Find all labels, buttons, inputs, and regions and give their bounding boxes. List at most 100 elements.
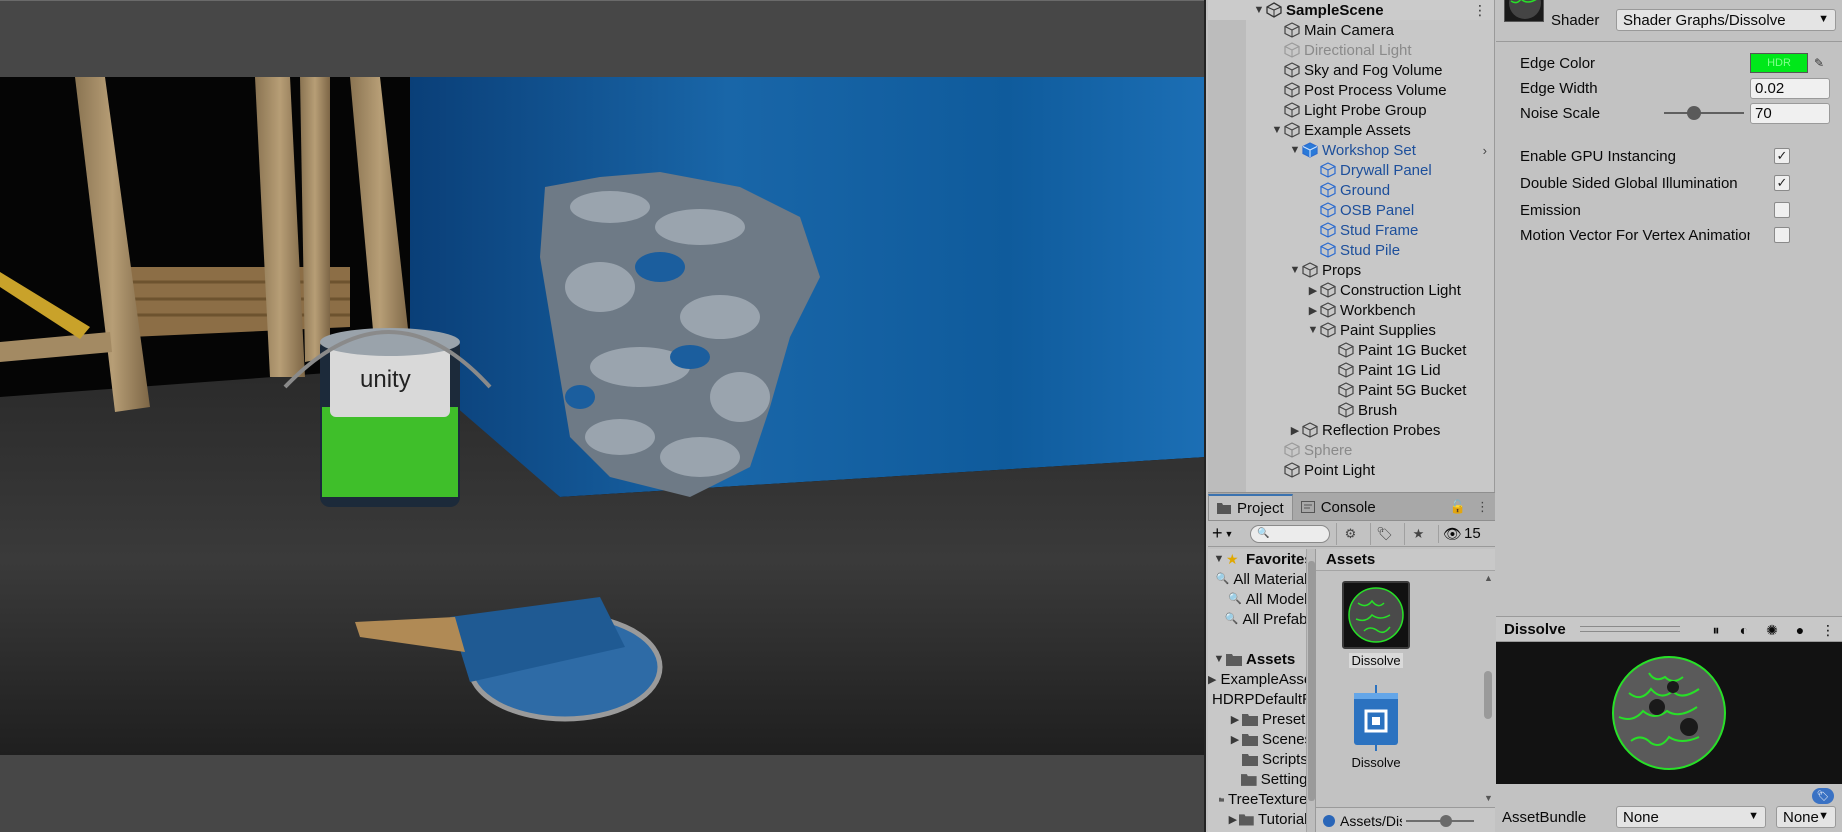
- expand-arrow-icon[interactable]: ▼: [1270, 124, 1284, 136]
- preview-canvas[interactable]: [1496, 642, 1842, 784]
- expand-arrow-icon[interactable]: ▶: [1208, 673, 1216, 686]
- expand-arrow-icon[interactable]: ▼: [1288, 264, 1302, 276]
- project-tree-item[interactable]: ▼ Assets: [1208, 649, 1315, 669]
- hierarchy-item[interactable]: Sky and Fog Volume: [1208, 60, 1494, 80]
- scroll-down-icon[interactable]: ▼: [1484, 793, 1493, 803]
- project-tree-item[interactable]: 🔍 All Models: [1208, 589, 1315, 609]
- expand-arrow-icon[interactable]: ▶: [1228, 733, 1242, 746]
- hierarchy-item[interactable]: Point Light: [1208, 460, 1494, 480]
- project-tree-item[interactable]: 🔍 All Materials: [1208, 569, 1315, 589]
- scene-render[interactable]: unity: [0, 77, 1206, 755]
- expand-arrow-icon[interactable]: ▶: [1228, 713, 1242, 726]
- hierarchy-item[interactable]: ▶ Workbench: [1208, 300, 1494, 320]
- expand-arrow-icon[interactable]: ▼: [1288, 144, 1302, 156]
- hierarchy-item[interactable]: Stud Frame: [1208, 220, 1494, 240]
- edge-color-swatch[interactable]: HDR: [1750, 53, 1808, 73]
- project-asset-grid[interactable]: Assets Dissolve Dissolve ▲ ▼ Assets/Di: [1316, 549, 1495, 832]
- hierarchy-item[interactable]: Light Probe Group: [1208, 100, 1494, 120]
- noise-scale-slider[interactable]: [1664, 106, 1744, 120]
- preview-mesh-icon[interactable]: ◐: [1734, 620, 1754, 640]
- filter-by-label-icon[interactable]: 🏷: [1370, 522, 1398, 545]
- hierarchy-item[interactable]: ▼ Example Assets: [1208, 120, 1494, 140]
- hierarchy-item[interactable]: Drywall Panel: [1208, 160, 1494, 180]
- filter-by-type-icon[interactable]: ⚙: [1336, 522, 1364, 545]
- shader-dropdown[interactable]: Shader Graphs/Dissolve ▼: [1616, 9, 1836, 31]
- icon-size-slider[interactable]: [1406, 814, 1474, 827]
- scroll-up-icon[interactable]: ▲: [1484, 573, 1493, 583]
- asset-dissolve-shadergraph[interactable]: Dissolve: [1331, 685, 1421, 770]
- project-tree-item[interactable]: TreeTextures: [1208, 789, 1315, 809]
- enable-gpu-checkbox[interactable]: ✓: [1774, 148, 1790, 164]
- open-prefab-arrow-icon[interactable]: ›: [1483, 143, 1487, 158]
- hierarchy-item[interactable]: Directional Light: [1208, 40, 1494, 60]
- project-tree-item[interactable]: ▶ Scenes: [1208, 729, 1315, 749]
- hierarchy-item-label: Directional Light: [1304, 41, 1412, 59]
- expand-arrow-icon[interactable]: ▶: [1226, 813, 1239, 826]
- hierarchy-item[interactable]: ▶ Construction Light: [1208, 280, 1494, 300]
- hierarchy-item[interactable]: OSB Panel: [1208, 200, 1494, 220]
- lock-icon[interactable]: 🔓: [1450, 499, 1466, 515]
- hierarchy-scene-root[interactable]: ▼ SampleScene ⋮: [1208, 0, 1494, 20]
- noise-scale-field[interactable]: 70: [1750, 102, 1830, 124]
- kebab-menu-icon[interactable]: ⋮: [1818, 620, 1838, 640]
- hierarchy-item[interactable]: ▼ Paint Supplies: [1208, 320, 1494, 340]
- unity-scene-icon: [1266, 2, 1282, 18]
- hierarchy-panel[interactable]: ▼ SampleScene ⋮ Main Camera Directional Ligh…: [1208, 0, 1495, 492]
- assetbundle-variant-dropdown[interactable]: None ▼: [1776, 806, 1836, 828]
- hierarchy-item[interactable]: Ground: [1208, 180, 1494, 200]
- eyedropper-icon[interactable]: ✎: [1810, 54, 1828, 72]
- preview-background-icon[interactable]: ●: [1790, 620, 1810, 640]
- expand-arrow-icon[interactable]: ▶: [1306, 304, 1320, 317]
- game-view[interactable]: unity: [0, 0, 1206, 832]
- hierarchy-item[interactable]: Paint 5G Bucket: [1208, 380, 1494, 400]
- project-tree-item[interactable]: Scripts: [1208, 749, 1315, 769]
- favorite-star-icon[interactable]: ★: [1404, 522, 1432, 545]
- tab-project[interactable]: Project: [1208, 494, 1293, 520]
- asset-grid-scrollbar[interactable]: ▲ ▼: [1481, 571, 1495, 807]
- preview-drag-handle[interactable]: [1579, 626, 1680, 632]
- hierarchy-item[interactable]: Brush: [1208, 400, 1494, 420]
- kebab-menu-icon[interactable]: ⋮: [1473, 2, 1487, 19]
- motion-vector-label: Motion Vector For Vertex Animation: [1520, 226, 1750, 244]
- project-panel[interactable]: Project Console 🔓 ⋮ + ▼ 🔍 ⚙ 🏷 ★ 👁 15 ▼ ★…: [1208, 492, 1495, 832]
- hierarchy-item[interactable]: Sphere: [1208, 440, 1494, 460]
- project-tree-item[interactable]: Settings: [1208, 769, 1315, 789]
- hidden-packages-toggle[interactable]: 👁 15: [1438, 524, 1481, 543]
- project-tree-item[interactable]: ▶ Tutorials: [1208, 809, 1315, 829]
- inspector-panel[interactable]: Shader Shader Graphs/Dissolve ▼ Edge Col…: [1496, 0, 1842, 832]
- edge-width-field[interactable]: 0.02: [1750, 77, 1830, 99]
- project-tree-item[interactable]: ▶ ExampleAssets: [1208, 669, 1315, 689]
- preview-light-icon[interactable]: ✺: [1762, 620, 1782, 640]
- pause-icon[interactable]: ⏸: [1706, 620, 1726, 640]
- expand-arrow-icon[interactable]: ▶: [1288, 424, 1302, 437]
- emission-checkbox[interactable]: [1774, 202, 1790, 218]
- expand-arrow-icon[interactable]: ▼: [1212, 553, 1226, 565]
- asset-dissolve-material[interactable]: Dissolve: [1331, 581, 1421, 668]
- project-tree-item[interactable]: ▶ Presets: [1208, 709, 1315, 729]
- kebab-menu-icon[interactable]: ⋮: [1476, 499, 1489, 515]
- expand-arrow-icon[interactable]: ▶: [1306, 284, 1320, 297]
- hierarchy-item[interactable]: Stud Pile: [1208, 240, 1494, 260]
- folder-tree-scrollbar[interactable]: [1306, 549, 1315, 832]
- expand-arrow-icon[interactable]: ▼: [1252, 4, 1266, 16]
- motion-vector-checkbox[interactable]: [1774, 227, 1790, 243]
- project-folder-tree[interactable]: ▼ ★ Favorites 🔍 All Materials 🔍 All Models 🔍 All…: [1208, 549, 1316, 832]
- hierarchy-item[interactable]: ▼ Workshop Set ›: [1208, 140, 1494, 160]
- hierarchy-item[interactable]: Paint 1G Lid: [1208, 360, 1494, 380]
- search-input[interactable]: 🔍: [1250, 524, 1330, 543]
- tab-console[interactable]: Console: [1293, 494, 1384, 520]
- hierarchy-item[interactable]: ▶ Reflection Probes: [1208, 420, 1494, 440]
- create-button[interactable]: + ▼: [1212, 523, 1244, 544]
- hierarchy-item[interactable]: Paint 1G Bucket: [1208, 340, 1494, 360]
- hierarchy-item[interactable]: ▼ Props: [1208, 260, 1494, 280]
- hierarchy-item[interactable]: Main Camera: [1208, 20, 1494, 40]
- project-tree-item[interactable]: HDRPDefaultResources: [1208, 689, 1315, 709]
- asset-labels-icon[interactable]: 🏷: [1812, 788, 1834, 804]
- expand-arrow-icon[interactable]: ▼: [1306, 324, 1320, 336]
- hierarchy-item[interactable]: Post Process Volume: [1208, 80, 1494, 100]
- expand-arrow-icon[interactable]: ▼: [1212, 653, 1226, 665]
- project-tree-item[interactable]: ▼ ★ Favorites: [1208, 549, 1315, 569]
- double-sided-gi-checkbox[interactable]: ✓: [1774, 175, 1790, 191]
- project-tree-item[interactable]: 🔍 All Prefabs: [1208, 609, 1315, 629]
- assetbundle-dropdown[interactable]: None ▼: [1616, 806, 1766, 828]
